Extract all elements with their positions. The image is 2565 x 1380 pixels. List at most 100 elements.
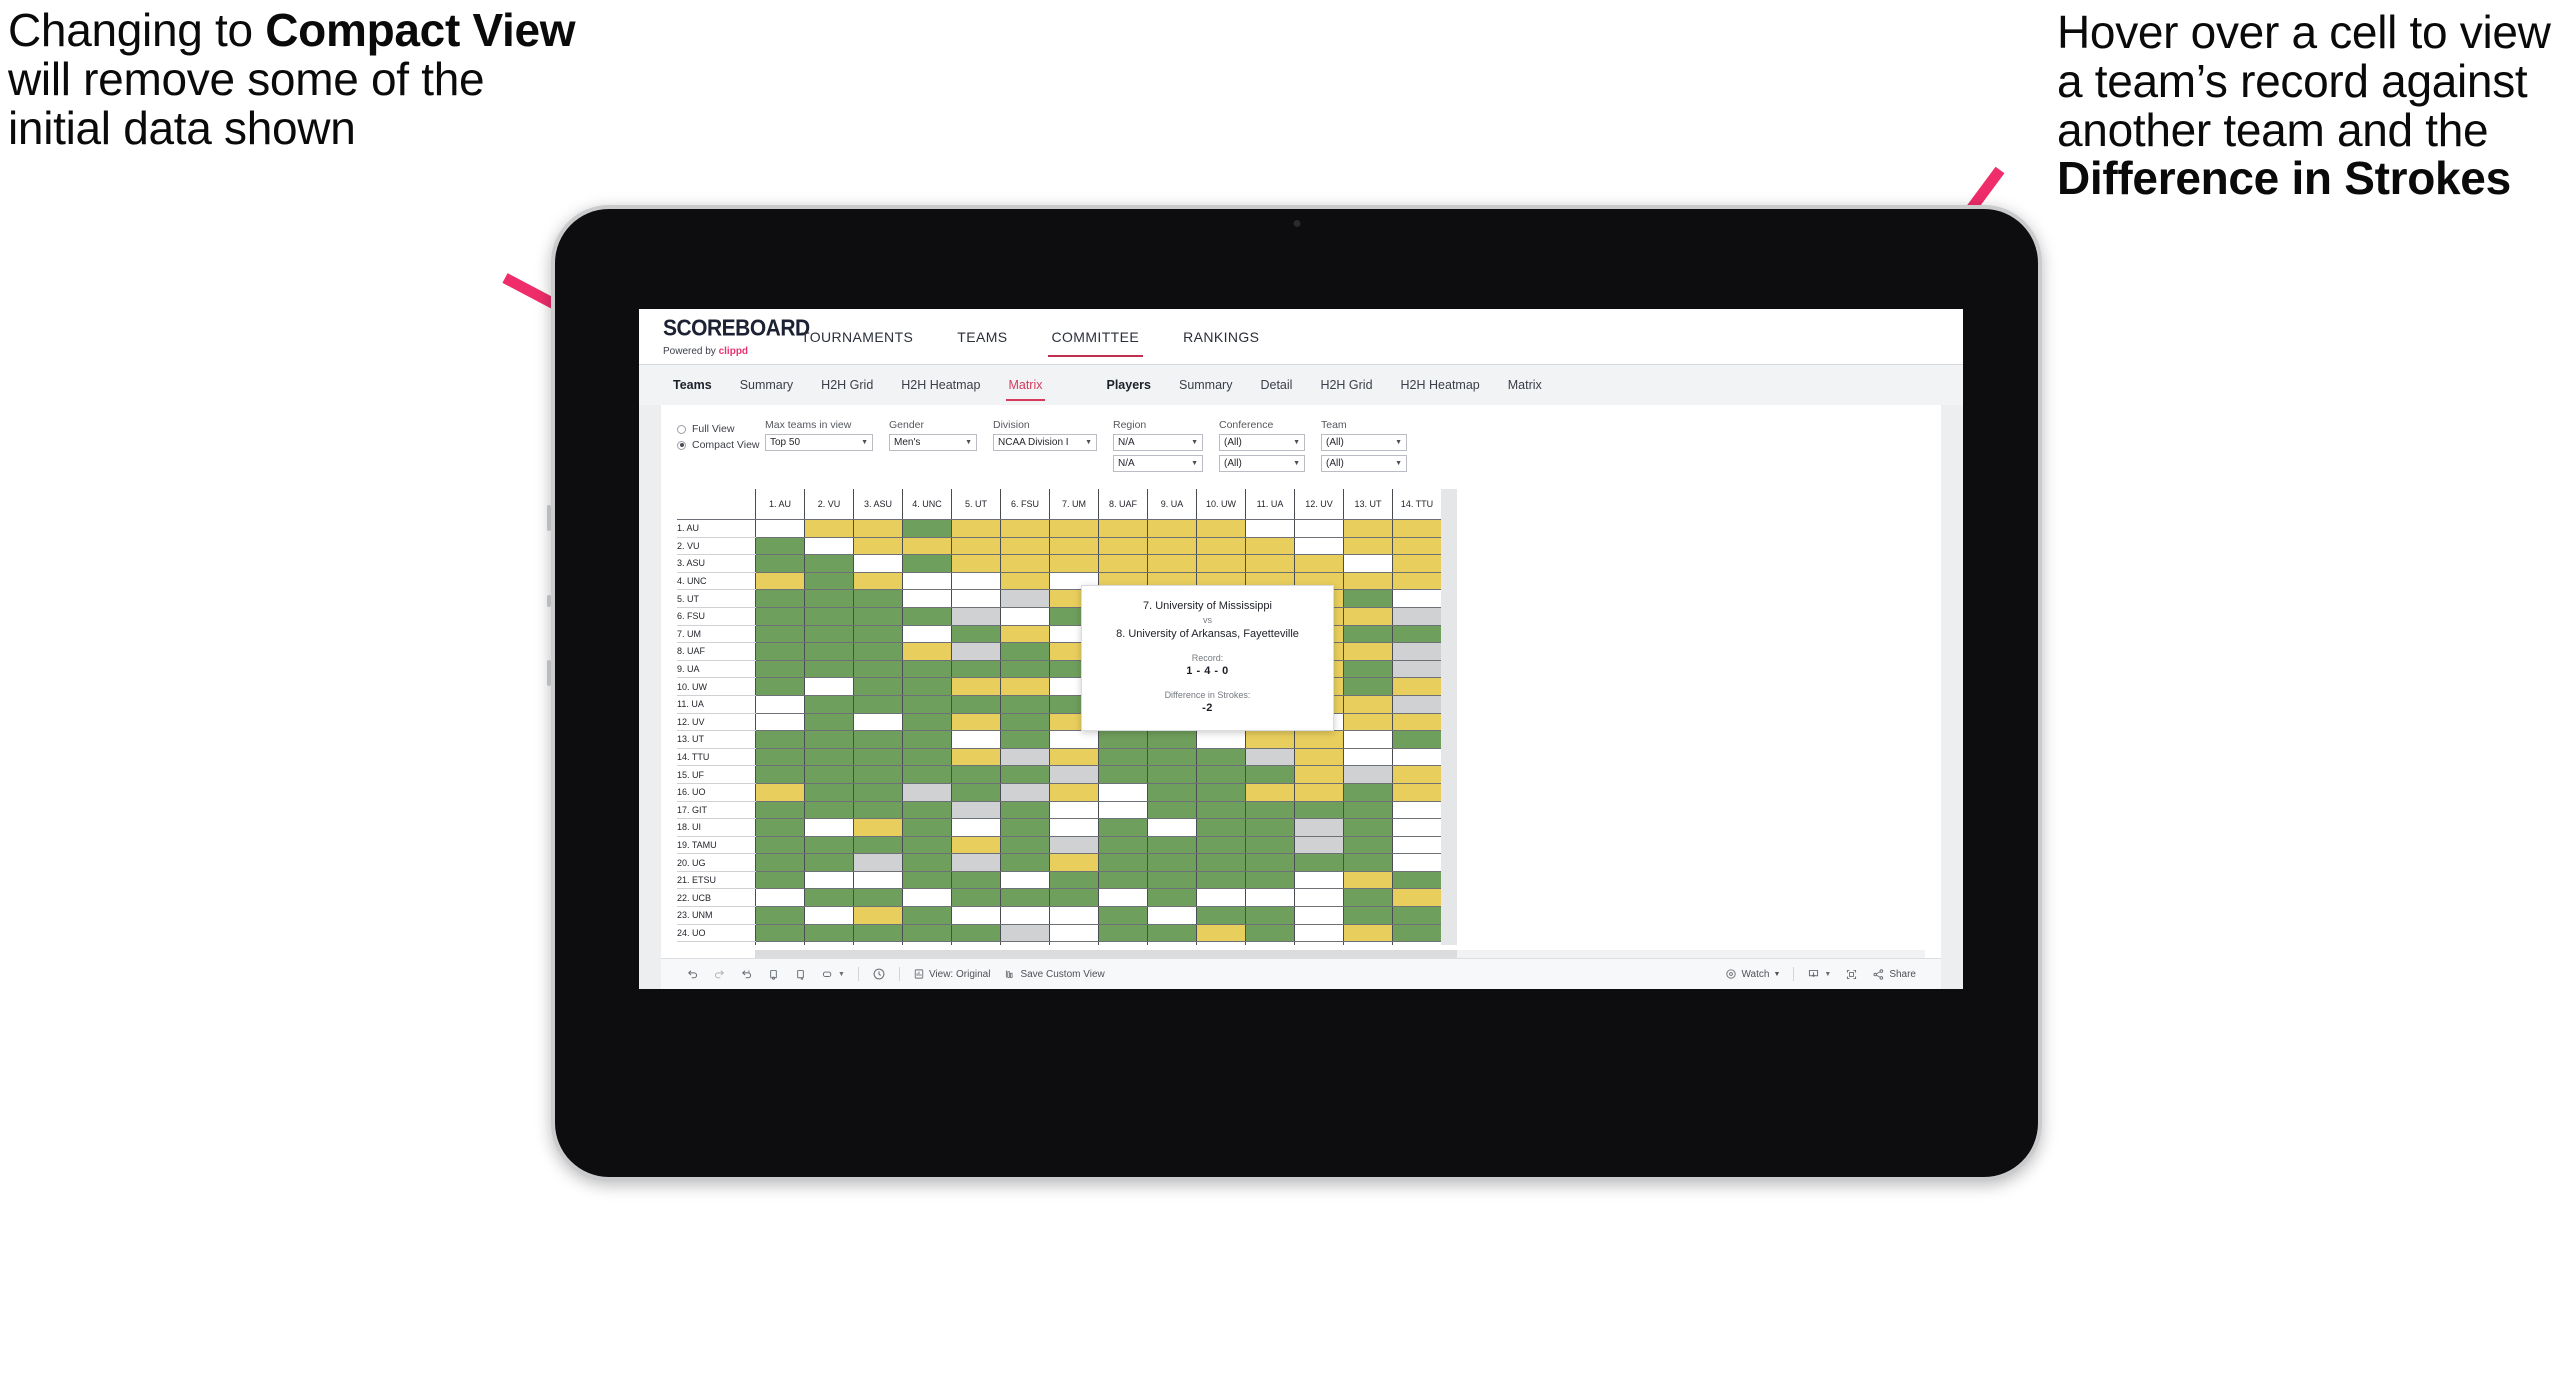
matrix-cell[interactable] <box>1000 519 1050 538</box>
matrix-cell[interactable] <box>804 888 854 908</box>
matrix-cell[interactable] <box>1294 801 1344 820</box>
matrix-cell[interactable] <box>902 677 952 696</box>
matrix-cell[interactable] <box>1049 871 1099 890</box>
matrix-cell[interactable] <box>755 818 805 837</box>
matrix-cell[interactable] <box>755 906 805 925</box>
matrix-cell[interactable] <box>1000 924 1050 943</box>
matrix-column-header[interactable]: 5. UT <box>951 489 1001 520</box>
matrix-cell[interactable] <box>902 519 952 538</box>
matrix-cell[interactable] <box>951 713 1001 732</box>
refresh-button[interactable] <box>760 968 787 981</box>
matrix-cell[interactable] <box>1245 836 1295 855</box>
matrix-cell[interactable] <box>1392 589 1441 608</box>
matrix-column-header[interactable]: 2. VU <box>804 489 854 520</box>
matrix-cell[interactable] <box>902 625 952 644</box>
matrix-cell[interactable] <box>1294 537 1344 556</box>
matrix-cell[interactable] <box>1147 836 1197 855</box>
matrix-cell[interactable] <box>755 519 805 538</box>
matrix-column-header[interactable]: 7. UM <box>1049 489 1099 520</box>
matrix-cell[interactable] <box>1392 713 1441 732</box>
matrix-row-header[interactable]: 1. AU <box>677 519 756 538</box>
matrix-cell[interactable] <box>1343 607 1393 626</box>
matrix-cell[interactable] <box>804 572 854 591</box>
shape-dropdown-button[interactable]: ▼ <box>814 968 852 981</box>
matrix-cell[interactable] <box>1049 765 1099 784</box>
matrix-cell[interactable] <box>1147 554 1197 573</box>
device-button-2[interactable] <box>547 595 551 607</box>
matrix-cell[interactable] <box>1000 625 1050 644</box>
matrix-cell[interactable] <box>1147 801 1197 820</box>
matrix-cell[interactable] <box>1196 748 1246 767</box>
matrix-cell[interactable] <box>1343 783 1393 802</box>
subnav-item-h2h-heatmap[interactable]: H2H Heatmap <box>1387 378 1494 392</box>
matrix-cell[interactable] <box>1000 589 1050 608</box>
matrix-cell[interactable] <box>902 871 952 890</box>
matrix-cell[interactable] <box>1294 748 1344 767</box>
matrix-cell[interactable] <box>1392 748 1441 767</box>
matrix-cell[interactable] <box>755 801 805 820</box>
matrix-cell[interactable] <box>755 572 805 591</box>
matrix-cell[interactable] <box>1343 888 1393 908</box>
matrix-row-header[interactable]: 19. TAMU <box>677 836 756 855</box>
filter-select-conference-2[interactable]: (All) ▼ <box>1219 455 1305 472</box>
matrix-row-header[interactable]: 17. GIT <box>677 801 756 820</box>
matrix-column-header[interactable]: 9. UA <box>1147 489 1197 520</box>
matrix-cell[interactable] <box>853 765 903 784</box>
matrix-cell[interactable] <box>1343 730 1393 749</box>
matrix-cell[interactable] <box>1343 906 1393 925</box>
matrix-column-header[interactable]: 3. ASU <box>853 489 903 520</box>
matrix-cell[interactable] <box>853 748 903 767</box>
subnav-item-players[interactable]: Players <box>1093 378 1165 392</box>
matrix-cell[interactable] <box>951 589 1001 608</box>
matrix-cell[interactable] <box>755 748 805 767</box>
matrix-cell[interactable] <box>853 730 903 749</box>
matrix-cell[interactable] <box>804 660 854 679</box>
matrix-cell[interactable] <box>951 765 1001 784</box>
matrix-row-header[interactable]: 7. UM <box>677 625 756 644</box>
matrix-cell[interactable] <box>1049 537 1099 556</box>
matrix-cell[interactable] <box>1294 730 1344 749</box>
matrix-cell[interactable] <box>1343 589 1393 608</box>
matrix-cell[interactable] <box>1392 677 1441 696</box>
matrix-row-header[interactable]: 6. FSU <box>677 607 756 626</box>
matrix-cell[interactable] <box>1049 801 1099 820</box>
matrix-cell[interactable] <box>1245 537 1295 556</box>
subnav-item-matrix[interactable]: Matrix <box>994 378 1056 401</box>
matrix-cell[interactable] <box>1098 730 1148 749</box>
matrix-cell[interactable] <box>1392 801 1441 820</box>
matrix-cell[interactable] <box>1147 906 1197 925</box>
matrix-cell[interactable] <box>1000 906 1050 925</box>
matrix-cell[interactable] <box>1294 783 1344 802</box>
matrix-cell[interactable] <box>853 625 903 644</box>
matrix-cell[interactable] <box>1196 537 1246 556</box>
matrix-cell[interactable] <box>951 554 1001 573</box>
matrix-column-header[interactable]: 10. UW <box>1196 489 1246 520</box>
matrix-cell[interactable] <box>755 730 805 749</box>
matrix-cell[interactable] <box>1098 888 1148 908</box>
matrix-cell[interactable] <box>1098 783 1148 802</box>
view-option-full-view[interactable]: Full View <box>677 423 765 435</box>
matrix-cell[interactable] <box>853 853 903 872</box>
matrix-cell[interactable] <box>1245 853 1295 872</box>
matrix-cell[interactable] <box>755 607 805 626</box>
matrix-row-header[interactable]: 18. UI <box>677 818 756 837</box>
matrix-cell[interactable] <box>951 572 1001 591</box>
matrix-cell[interactable] <box>1000 818 1050 837</box>
matrix-cell[interactable] <box>1343 537 1393 556</box>
matrix-cell[interactable] <box>1392 836 1441 855</box>
matrix-row-header[interactable]: 8. UAF <box>677 642 756 661</box>
matrix-cell[interactable] <box>853 660 903 679</box>
matrix-cell[interactable] <box>902 713 952 732</box>
share-button[interactable]: Share <box>1865 968 1923 981</box>
matrix-cell[interactable] <box>1049 783 1099 802</box>
matrix-cell[interactable] <box>1196 836 1246 855</box>
matrix-cell[interactable] <box>1245 765 1295 784</box>
matrix-cell[interactable] <box>804 748 854 767</box>
matrix-cell[interactable] <box>755 625 805 644</box>
matrix-cell[interactable] <box>755 554 805 573</box>
matrix-cell[interactable] <box>1049 818 1099 837</box>
matrix-row-header[interactable]: 14. TTU <box>677 748 756 767</box>
matrix-cell[interactable] <box>1196 871 1246 890</box>
matrix-column-header[interactable]: 4. UNC <box>902 489 952 520</box>
matrix-cell[interactable] <box>755 924 805 943</box>
